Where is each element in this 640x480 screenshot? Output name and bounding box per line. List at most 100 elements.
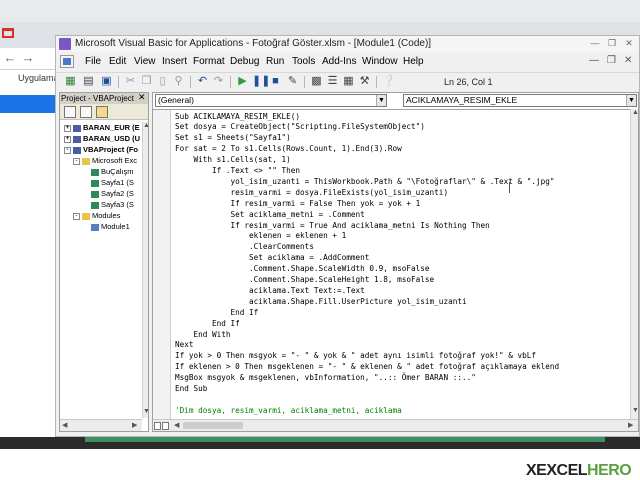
code-line[interactable]: Next <box>175 339 194 350</box>
code-line[interactable]: With s1.Cells(sat, 1) <box>175 154 291 165</box>
code-line[interactable]: .ClearComments <box>175 241 314 252</box>
code-line[interactable]: aciklama.Shape.Fill.UserPicture yol_isim… <box>175 296 467 307</box>
project-tree-item[interactable]: + BARAN_EUR (E <box>64 122 140 133</box>
insert-module-icon[interactable]: ▤ <box>82 75 95 88</box>
menu-add-ins[interactable]: Add-Ins <box>322 56 356 67</box>
back-arrow-icon[interactable]: ← <box>2 50 18 66</box>
toolbox-icon[interactable]: ⚒ <box>358 75 371 88</box>
menu-window[interactable]: Window <box>362 56 398 67</box>
code-editor[interactable]: Sub ACIKLAMAYA_RESIM_EKLE() Set dosya = C… <box>153 109 630 419</box>
project-tree-item[interactable]: + BARAN_USD (U <box>64 133 140 144</box>
chevron-down-icon[interactable]: ▼ <box>376 95 386 106</box>
reset-icon[interactable]: ■ <box>269 75 282 88</box>
doc-minimize-icon[interactable]: — <box>589 55 599 66</box>
view-excel-icon[interactable]: ▦ <box>64 75 77 88</box>
doc-close-icon[interactable]: ✕ <box>624 55 632 66</box>
code-vertical-scrollbar[interactable]: ▲ ▼ <box>630 109 639 419</box>
scroll-up-icon[interactable]: ▲ <box>632 109 639 116</box>
project-horizontal-scrollbar[interactable]: ◀ ▶ <box>60 419 142 431</box>
procedure-dropdown[interactable]: ACIKLAMAYA_RESIM_EKLE ▼ <box>403 94 637 107</box>
code-line[interactable]: For sat = 2 To s1.Cells(Rows.Count, 1).E… <box>175 143 402 154</box>
paste-icon[interactable]: ▯ <box>156 75 169 88</box>
code-line[interactable]: .Comment.Shape.ScaleHeight 1.8, msoFalse <box>175 274 434 285</box>
design-mode-icon[interactable]: ✎ <box>286 75 299 88</box>
project-tree-item[interactable]: - Microsoft Exc <box>73 155 137 166</box>
properties-window-icon[interactable]: ☰ <box>326 75 339 88</box>
code-line[interactable]: End If <box>175 307 259 318</box>
scroll-left-icon[interactable]: ◀ <box>174 421 179 429</box>
code-line[interactable]: End Sub <box>175 383 207 394</box>
menu-file[interactable]: File <box>85 56 101 67</box>
copy-icon[interactable]: ❐ <box>140 75 153 88</box>
code-line[interactable]: End If <box>175 318 240 329</box>
project-explorer-icon[interactable]: ▩ <box>310 75 323 88</box>
save-icon[interactable]: ▣ <box>100 75 113 88</box>
code-line[interactable]: If .Text <> "" Then <box>175 165 300 176</box>
collapse-icon[interactable]: - <box>73 157 80 165</box>
view-code-icon[interactable] <box>64 106 76 118</box>
project-tree-item[interactable]: Sayfa3 (S <box>82 199 134 210</box>
menu-run[interactable]: Run <box>266 56 284 67</box>
menu-insert[interactable]: Insert <box>162 56 187 67</box>
full-module-view-icon[interactable] <box>162 422 169 430</box>
run-icon[interactable]: ▶ <box>236 75 249 88</box>
code-line[interactable]: If eklenen > 0 Then msgeklenen = "- " & … <box>175 361 559 372</box>
menu-tools[interactable]: Tools <box>292 56 315 67</box>
project-tree-item[interactable]: Module1 <box>82 221 130 232</box>
code-line[interactable]: Set s1 = Sheets("Sayfa1") <box>175 132 291 143</box>
code-line[interactable]: Sub ACIKLAMAYA_RESIM_EKLE() <box>175 111 300 122</box>
help-icon[interactable]: ❔ <box>382 75 396 88</box>
project-tree-item[interactable]: - VBAProject (Fo <box>64 144 138 155</box>
code-line[interactable]: .Comment.Shape.ScaleWidth 0.9, msoFalse <box>175 263 430 274</box>
redo-icon[interactable]: ↷ <box>212 75 225 88</box>
code-line[interactable]: Set aciklama_metni = .Comment <box>175 209 365 220</box>
project-tree-item[interactable]: BuÇalışm <box>82 166 134 177</box>
gmail-icon[interactable] <box>2 28 14 38</box>
code-line[interactable]: Set aciklama = .AddComment <box>175 252 369 263</box>
code-line[interactable]: End With <box>175 329 231 340</box>
code-line[interactable]: resim_varmi = dosya.FileExists(yol_isim_… <box>175 187 449 198</box>
expand-icon[interactable]: + <box>64 124 71 132</box>
scroll-left-icon[interactable]: ◀ <box>62 421 67 429</box>
project-tree-item[interactable]: Sayfa1 (S <box>82 177 134 188</box>
object-dropdown[interactable]: (General) ▼ <box>155 94 387 107</box>
scroll-right-icon[interactable]: ▶ <box>132 421 137 429</box>
scroll-down-icon[interactable]: ▼ <box>632 407 639 414</box>
code-line[interactable]: aciklama.Text Text:=.Text <box>175 285 365 296</box>
code-line[interactable]: If resim_varmi = True And aciklama_metni… <box>175 220 490 231</box>
scroll-right-icon[interactable]: ▶ <box>628 421 633 429</box>
cut-icon[interactable]: ✂ <box>124 75 137 88</box>
view-object-icon[interactable] <box>80 106 92 118</box>
project-tree-item[interactable]: Sayfa2 (S <box>82 188 134 199</box>
scroll-thumb[interactable] <box>183 422 243 429</box>
project-close-icon[interactable]: ✕ <box>138 93 146 103</box>
menu-view[interactable]: View <box>134 56 156 67</box>
code-comment-line[interactable]: 'Dim dosya, resim_varmi, aciklama_metni,… <box>175 405 402 416</box>
module-window-icon[interactable] <box>60 55 74 68</box>
window-restore-button[interactable]: ❐ <box>605 37 619 50</box>
code-line[interactable]: eklenen = eklenen + 1 <box>175 230 346 241</box>
margin-indicator-bar[interactable] <box>153 110 171 419</box>
undo-icon[interactable]: ↶ <box>196 75 209 88</box>
code-line[interactable]: Set dosya = CreateObject("Scripting.File… <box>175 121 425 132</box>
object-browser-icon[interactable]: ▦ <box>342 75 355 88</box>
project-vertical-scrollbar[interactable]: ▲ ▼ <box>142 122 150 418</box>
window-minimize-button[interactable]: — <box>588 37 602 50</box>
code-line[interactable]: If resim_varmi = False Then yok = yok + … <box>175 198 421 209</box>
menu-edit[interactable]: Edit <box>109 56 126 67</box>
scroll-up-icon[interactable]: ▲ <box>143 122 150 129</box>
code-horizontal-scrollbar[interactable]: ◀ ▶ <box>153 419 638 431</box>
scroll-down-icon[interactable]: ▼ <box>143 408 150 415</box>
break-icon[interactable]: ❚❚ <box>252 75 270 88</box>
code-line[interactable]: MsgBox msgyok & msgeklenen, vbInformatio… <box>175 372 476 383</box>
bookmark-apps-label[interactable]: Uygulama <box>18 73 59 83</box>
expand-icon[interactable]: + <box>64 135 71 143</box>
find-icon[interactable]: ⚲ <box>172 75 185 88</box>
menu-format[interactable]: Format <box>193 56 225 67</box>
menu-help[interactable]: Help <box>403 56 424 67</box>
collapse-icon[interactable]: - <box>73 212 80 220</box>
project-tree-item[interactable]: - Modules <box>73 210 120 221</box>
procedure-view-icon[interactable] <box>154 422 161 430</box>
window-close-button[interactable]: ✕ <box>622 37 636 50</box>
doc-restore-icon[interactable]: ❐ <box>607 55 616 66</box>
